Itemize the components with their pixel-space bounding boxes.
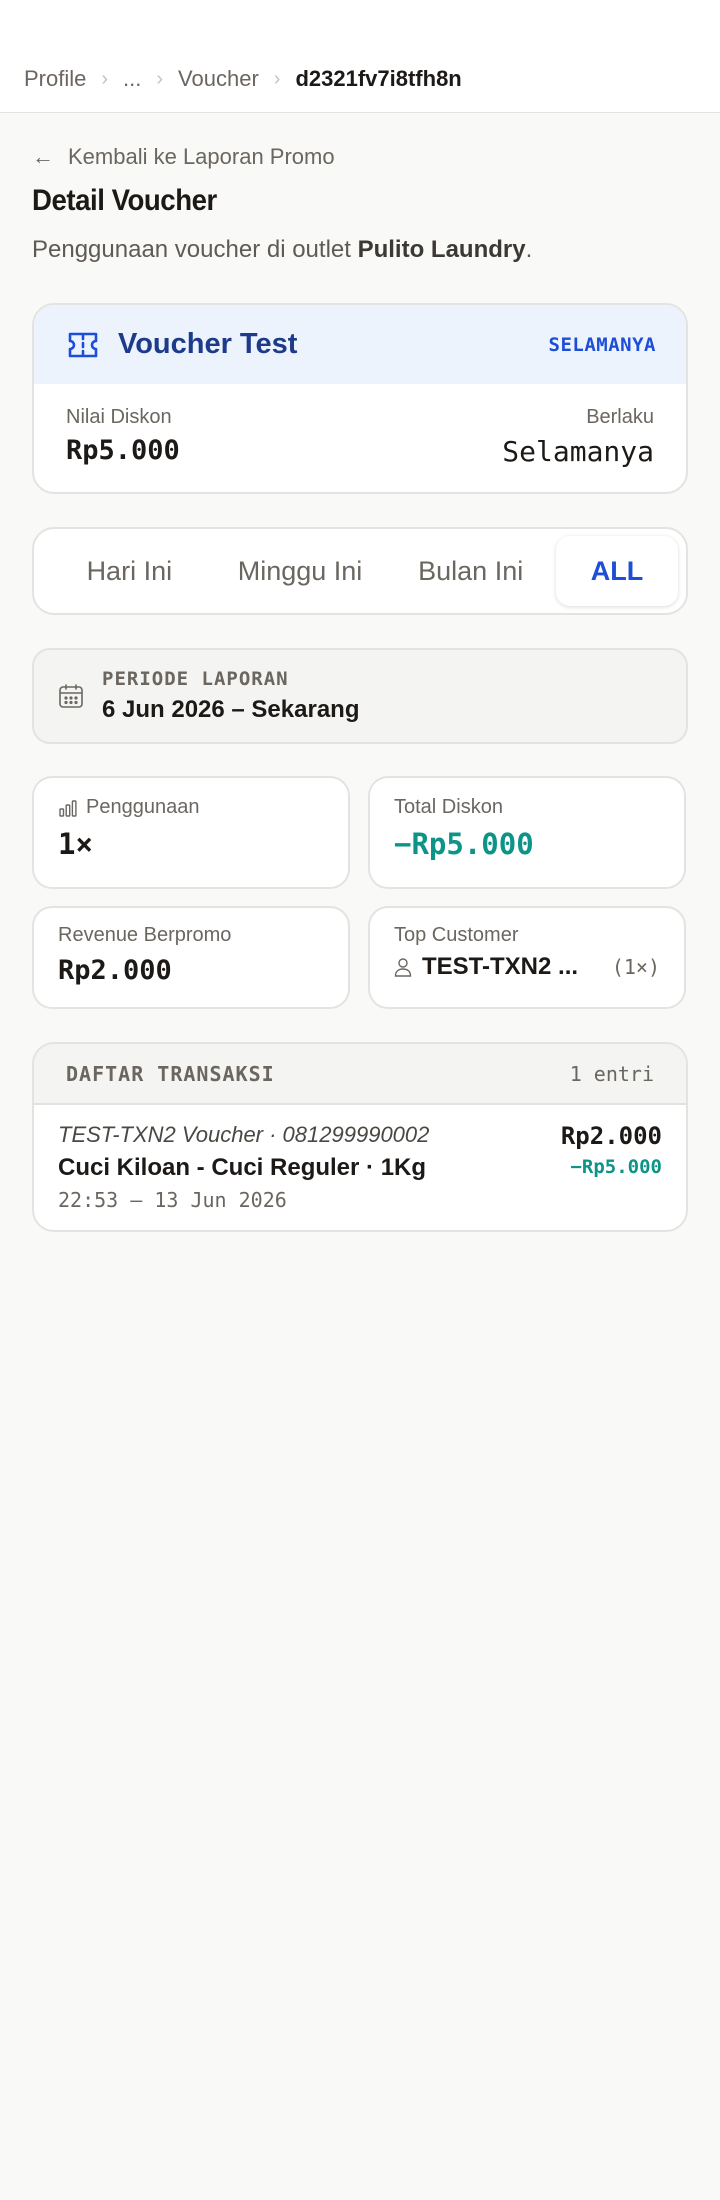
chevron-right-icon: › xyxy=(273,67,281,90)
voucher-name: Voucher Test xyxy=(118,328,298,360)
subtitle-prefix: Penggunaan voucher di outlet xyxy=(32,236,358,263)
stat-revenue-label: Revenue Berpromo xyxy=(58,924,232,946)
calendar-icon xyxy=(59,684,83,708)
transaction-customer: TEST-TXN2 Voucher · 081299990002 xyxy=(58,1122,430,1147)
page-subtitle: Penggunaan voucher di outlet Pulito Laun… xyxy=(32,236,688,264)
stat-total-discount-value: −Rp5.000 xyxy=(394,827,534,861)
voucher-details: Nilai Diskon Rp5.000 Berlaku Selamanya xyxy=(34,384,686,492)
user-icon xyxy=(394,958,412,977)
back-link-label: Kembali ke Laporan Promo xyxy=(68,144,335,169)
transaction-list-title: DAFTAR TRANSAKSI xyxy=(66,1061,275,1086)
subtitle-suffix: . xyxy=(525,236,533,263)
main-content: ← Kembali ke Laporan Promo Detail Vouche… xyxy=(0,142,720,1232)
breadcrumb-item-profile[interactable]: Profile xyxy=(24,66,86,92)
transaction-list-header: DAFTAR TRANSAKSI 1 entri xyxy=(34,1044,686,1105)
voucher-card: Voucher Test SELAMANYA Nilai Diskon Rp5.… xyxy=(32,303,688,494)
stat-usage: Penggunaan 1× xyxy=(32,776,350,889)
discount-value: Rp5.000 xyxy=(66,435,180,466)
top-bar: Profile › ... › Voucher › d2321fv7i8tfh8… xyxy=(0,0,720,113)
period-label: PERIODE LAPORAN xyxy=(102,668,289,690)
validity-block: Berlaku Selamanya xyxy=(502,406,654,468)
stat-top-customer: Top Customer TEST-TXN2 ... (1×) xyxy=(368,906,686,1009)
validity-value: Selamanya xyxy=(502,435,654,468)
voucher-validity-badge: SELAMANYA xyxy=(548,333,656,356)
stat-usage-label: Penggunaan xyxy=(86,796,200,818)
transaction-list: DAFTAR TRANSAKSI 1 entri TEST-TXN2 Vouch… xyxy=(32,1042,688,1232)
transaction-amounts: Rp2.000 −Rp5.000 xyxy=(561,1122,662,1212)
arrow-left-icon: ← xyxy=(32,144,54,169)
back-link[interactable]: ← Kembali ke Laporan Promo xyxy=(32,142,688,172)
breadcrumb-item-voucher[interactable]: Voucher xyxy=(178,66,259,92)
stat-revenue: Revenue Berpromo Rp2.000 xyxy=(32,906,350,1009)
tab-today[interactable]: Hari Ini xyxy=(44,536,215,606)
voucher-header: Voucher Test SELAMANYA xyxy=(34,305,686,384)
transaction-amount: Rp2.000 xyxy=(560,1122,662,1150)
page-title: Detail Voucher xyxy=(32,184,217,217)
stats-grid: Penggunaan 1× Total Diskon −Rp5.000 Reve… xyxy=(32,776,688,1009)
tab-this-week[interactable]: Minggu Ini xyxy=(215,536,386,606)
tab-all[interactable]: ALL xyxy=(556,536,679,606)
top-customer-row: TEST-TXN2 ... (1×) xyxy=(394,953,660,981)
period-tabs: Hari Ini Minggu Ini Bulan Ini ALL xyxy=(32,527,688,615)
transaction-info: TEST-TXN2 Voucher · 081299990002 Cuci Ki… xyxy=(58,1122,429,1212)
ticket-icon xyxy=(68,332,98,357)
stat-total-discount-label: Total Diskon xyxy=(394,796,503,818)
breadcrumb-current: d2321fv7i8tfh8n xyxy=(295,66,462,91)
discount-block: Nilai Diskon Rp5.000 xyxy=(66,406,180,468)
outlet-name: Pulito Laundry xyxy=(357,236,526,263)
transaction-service: Cuci Kiloan - Cuci Reguler · 1Kg xyxy=(58,1154,427,1181)
transaction-time: 22:53 — 13 Jun 2026 xyxy=(58,1188,287,1212)
stat-top-customer-label: Top Customer xyxy=(394,924,519,946)
chevron-right-icon: › xyxy=(156,67,164,90)
transaction-count: 1 entri xyxy=(569,1061,654,1086)
top-customer-name: TEST-TXN2 ... xyxy=(422,953,579,980)
discount-label: Nilai Diskon xyxy=(66,406,172,428)
transaction-row[interactable]: TEST-TXN2 Voucher · 081299990002 Cuci Ki… xyxy=(34,1105,686,1230)
period-value: 6 Jun 2026 – Sekarang xyxy=(102,696,360,723)
tab-this-month[interactable]: Bulan Ini xyxy=(385,536,556,606)
breadcrumb-item-ellipsis[interactable]: ... xyxy=(123,66,141,92)
report-period: PERIODE LAPORAN 6 Jun 2026 – Sekarang xyxy=(32,648,688,744)
chevron-right-icon: › xyxy=(101,67,109,90)
transaction-discount: −Rp5.000 xyxy=(570,1156,662,1178)
breadcrumb: Profile › ... › Voucher › d2321fv7i8tfh8… xyxy=(24,66,462,92)
stat-usage-label-row: Penggunaan xyxy=(58,796,324,819)
top-customer-count: (1×) xyxy=(611,955,660,979)
stat-total-discount: Total Diskon −Rp5.000 xyxy=(368,776,686,889)
stat-usage-value: 1× xyxy=(58,827,93,861)
stat-revenue-value: Rp2.000 xyxy=(58,955,172,986)
validity-label: Berlaku xyxy=(586,406,654,428)
bar-chart-icon xyxy=(59,799,77,817)
